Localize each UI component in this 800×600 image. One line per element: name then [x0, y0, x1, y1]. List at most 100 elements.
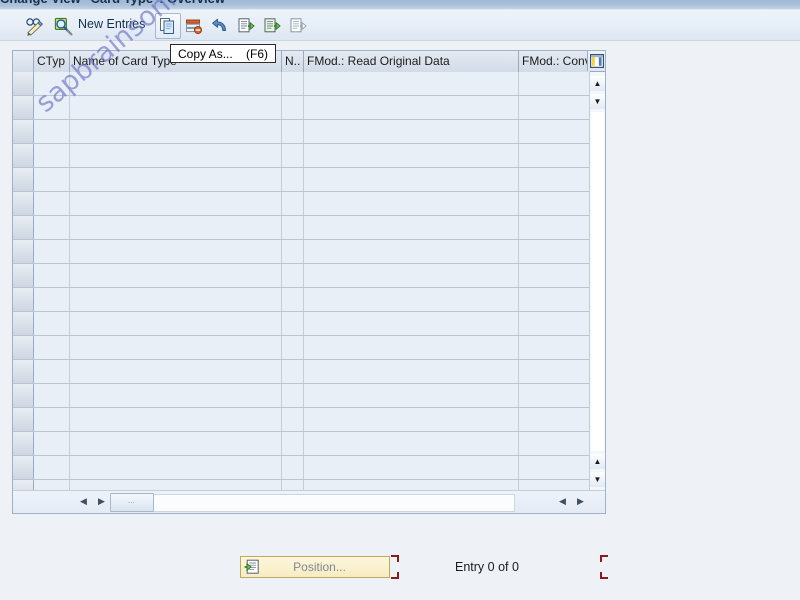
- table-cell[interactable]: [70, 240, 282, 263]
- table-cell[interactable]: [70, 432, 282, 455]
- table-row[interactable]: [13, 120, 605, 144]
- table-cell[interactable]: [304, 120, 519, 143]
- table-cell[interactable]: [70, 72, 282, 95]
- column-header-n[interactable]: N..: [282, 51, 304, 72]
- table-cell[interactable]: [70, 408, 282, 431]
- table-cell[interactable]: [34, 408, 70, 431]
- table-cell[interactable]: [70, 264, 282, 287]
- table-cell[interactable]: [70, 96, 282, 119]
- table-cell[interactable]: [519, 336, 590, 359]
- table-cell[interactable]: [304, 144, 519, 167]
- table-cell[interactable]: [34, 96, 70, 119]
- row-select-box[interactable]: [13, 336, 34, 359]
- row-select-box[interactable]: [13, 216, 34, 239]
- table-cell[interactable]: [70, 288, 282, 311]
- table-cell[interactable]: [519, 168, 590, 191]
- table-cell[interactable]: [282, 192, 304, 215]
- table-cell[interactable]: [34, 240, 70, 263]
- column-header-ctyp[interactable]: CTyp: [34, 51, 70, 72]
- row-select-box[interactable]: [13, 144, 34, 167]
- table-row[interactable]: [13, 192, 605, 216]
- table-row[interactable]: [13, 384, 605, 408]
- table-cell[interactable]: [34, 192, 70, 215]
- table-cell[interactable]: [519, 96, 590, 119]
- table-cell[interactable]: [34, 144, 70, 167]
- table-cell[interactable]: [304, 336, 519, 359]
- scroll-up-button[interactable]: ▲: [590, 76, 605, 91]
- table-cell[interactable]: [70, 192, 282, 215]
- table-row[interactable]: [13, 336, 605, 360]
- table-cell[interactable]: [70, 456, 282, 479]
- table-cell[interactable]: [304, 360, 519, 383]
- table-cell[interactable]: [282, 240, 304, 263]
- table-cell[interactable]: [282, 168, 304, 191]
- table-cell[interactable]: [519, 360, 590, 383]
- table-cell[interactable]: [304, 312, 519, 335]
- row-select-box[interactable]: [13, 360, 34, 383]
- row-select-box[interactable]: [13, 192, 34, 215]
- table-cell[interactable]: [34, 168, 70, 191]
- column-header-select[interactable]: [13, 51, 34, 72]
- table-cell[interactable]: [70, 168, 282, 191]
- table-cell[interactable]: [34, 360, 70, 383]
- table-cell[interactable]: [282, 408, 304, 431]
- table-cell[interactable]: [304, 384, 519, 407]
- hscroll-far-left-button[interactable]: ◀: [554, 493, 571, 510]
- table-cell[interactable]: [519, 216, 590, 239]
- row-select-box[interactable]: [13, 168, 34, 191]
- table-cell[interactable]: [34, 288, 70, 311]
- table-row[interactable]: [13, 168, 605, 192]
- row-select-box[interactable]: [13, 408, 34, 431]
- row-select-box[interactable]: [13, 72, 34, 95]
- table-cell[interactable]: [304, 408, 519, 431]
- table-row[interactable]: [13, 432, 605, 456]
- table-cell[interactable]: [519, 264, 590, 287]
- table-cell[interactable]: [282, 216, 304, 239]
- row-select-box[interactable]: [13, 384, 34, 407]
- hscroll-right-button[interactable]: ▶: [93, 493, 110, 510]
- table-cell[interactable]: [282, 384, 304, 407]
- row-select-box[interactable]: [13, 120, 34, 143]
- position-button[interactable]: Position...: [240, 556, 390, 578]
- table-cell[interactable]: [282, 312, 304, 335]
- table-cell[interactable]: [519, 312, 590, 335]
- table-cell[interactable]: [519, 408, 590, 431]
- row-select-box[interactable]: [13, 264, 34, 287]
- table-body[interactable]: [13, 72, 605, 513]
- row-select-box[interactable]: [13, 432, 34, 455]
- hscroll-left-button[interactable]: ◀: [75, 493, 92, 510]
- table-cell[interactable]: [70, 312, 282, 335]
- table-cell[interactable]: [519, 72, 590, 95]
- table-cell[interactable]: [304, 264, 519, 287]
- row-select-box[interactable]: [13, 456, 34, 479]
- table-cell[interactable]: [519, 192, 590, 215]
- table-settings-button[interactable]: [587, 51, 605, 71]
- table-cell[interactable]: [34, 120, 70, 143]
- deselect-all-button[interactable]: [285, 13, 311, 39]
- column-header-fmod-read-original-data[interactable]: FMod.: Read Original Data: [304, 51, 519, 72]
- table-cell[interactable]: [519, 456, 590, 479]
- table-cell[interactable]: [34, 336, 70, 359]
- check-entries-button[interactable]: [50, 13, 76, 39]
- table-cell[interactable]: [282, 288, 304, 311]
- table-cell[interactable]: [304, 456, 519, 479]
- copy-as-button[interactable]: [155, 13, 181, 39]
- scroll-page-down-button[interactable]: ▼: [590, 472, 605, 487]
- vertical-scrollbar[interactable]: ▲ ▼ ▲ ▼: [589, 72, 605, 491]
- table-row[interactable]: [13, 288, 605, 312]
- table-row[interactable]: [13, 408, 605, 432]
- table-cell[interactable]: [282, 360, 304, 383]
- table-cell[interactable]: [519, 240, 590, 263]
- table-row[interactable]: [13, 240, 605, 264]
- table-cell[interactable]: [282, 264, 304, 287]
- table-row[interactable]: [13, 144, 605, 168]
- select-block-button[interactable]: [259, 13, 285, 39]
- table-cell[interactable]: [70, 384, 282, 407]
- table-cell[interactable]: [282, 144, 304, 167]
- table-cell[interactable]: [34, 384, 70, 407]
- table-cell[interactable]: [34, 312, 70, 335]
- table-cell[interactable]: [519, 144, 590, 167]
- display-change-button[interactable]: [22, 13, 48, 39]
- row-select-box[interactable]: [13, 96, 34, 119]
- table-cell[interactable]: [519, 432, 590, 455]
